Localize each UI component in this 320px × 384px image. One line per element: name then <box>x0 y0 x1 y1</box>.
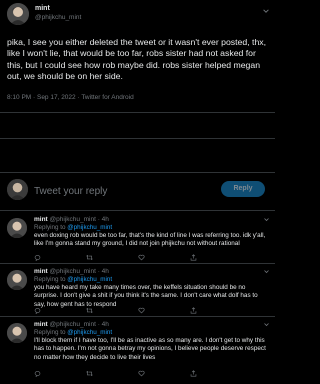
handle-time: @phijkchu_mint · 4h <box>49 321 109 328</box>
retweet-icon <box>86 307 93 313</box>
composer-avatar[interactable] <box>7 179 28 200</box>
comment-icon <box>34 254 41 261</box>
user-handle[interactable]: @phijkchu_mint <box>35 14 81 21</box>
mention-link[interactable]: @phijkchu_mint <box>67 329 112 336</box>
mention-link[interactable]: @phijkchu_mint <box>67 276 112 283</box>
heart-icon <box>138 307 145 313</box>
share-action[interactable] <box>190 369 242 377</box>
avatar-image <box>7 270 27 290</box>
share-icon <box>190 369 197 376</box>
avatar[interactable] <box>7 270 27 290</box>
retweet-action[interactable] <box>86 306 138 314</box>
retweet-icon <box>86 370 93 376</box>
tweet-timestamp[interactable]: 8:10 PM · Sep 17, 2022 · Twitter for And… <box>7 94 134 101</box>
display-name[interactable]: mint <box>34 268 48 275</box>
reply-text: even doxing rob would be too far, that's… <box>34 232 266 248</box>
replying-prefix: Replying to <box>34 329 68 336</box>
divider <box>0 210 275 211</box>
handle-time: @phijkchu_mint · 4h <box>49 268 109 275</box>
replying-to: Replying to @phijkchu_mint <box>34 276 112 283</box>
chevron-down-icon[interactable] <box>263 8 269 14</box>
comment-icon <box>34 370 41 377</box>
avatar-image <box>7 218 27 238</box>
share-icon <box>190 253 197 260</box>
heart-icon <box>138 254 145 260</box>
replying-prefix: Replying to <box>34 224 68 231</box>
chevron-down-icon[interactable] <box>264 269 269 274</box>
divider <box>0 172 275 173</box>
mention-link[interactable]: @phijkchu_mint <box>67 224 112 231</box>
like-action[interactable] <box>138 306 190 314</box>
like-action[interactable] <box>138 369 190 377</box>
divider <box>0 112 275 113</box>
share-icon <box>190 306 197 313</box>
reply-action[interactable] <box>34 369 86 377</box>
chevron-down-icon[interactable] <box>264 217 269 222</box>
avatar-image <box>7 323 27 343</box>
replying-to: Replying to @phijkchu_mint <box>34 224 112 231</box>
reply-action[interactable] <box>34 253 86 261</box>
reply-input[interactable] <box>34 184 194 198</box>
reply-tweet[interactable]: mint @phijkchu_mint · 4h Replying to @ph… <box>0 317 275 372</box>
handle-time: @phijkchu_mint · 4h <box>49 216 109 223</box>
tweet-actions <box>34 253 242 261</box>
display-name[interactable]: mint <box>34 321 48 328</box>
avatar[interactable] <box>7 323 27 343</box>
avatar[interactable] <box>7 218 27 238</box>
display-name[interactable]: mint <box>35 5 50 12</box>
reply-button[interactable]: Reply <box>221 181 265 197</box>
reply-action[interactable] <box>34 306 86 314</box>
tweet-actions <box>34 306 242 314</box>
tweet-text: pika, I see you either deleted the tweet… <box>7 37 267 82</box>
share-action[interactable] <box>190 253 242 261</box>
like-action[interactable] <box>138 253 190 261</box>
retweet-action[interactable] <box>86 369 138 377</box>
avatar-image <box>7 179 28 200</box>
chevron-down-icon[interactable] <box>264 322 269 327</box>
divider <box>0 138 275 139</box>
reply-author[interactable]: mint @phijkchu_mint · 4h <box>34 216 109 223</box>
replying-to: Replying to @phijkchu_mint <box>34 329 112 336</box>
main-tweet: mint @phijkchu_mint pika, I see you eith… <box>0 0 275 170</box>
replying-prefix: Replying to <box>34 276 68 283</box>
retweet-action[interactable] <box>86 253 138 261</box>
display-name[interactable]: mint <box>34 216 48 223</box>
tweet-actions <box>34 369 242 377</box>
share-action[interactable] <box>190 306 242 314</box>
heart-icon <box>138 370 145 376</box>
reply-text: I'll block them if I have too, I'll be a… <box>34 337 266 361</box>
comment-icon <box>34 307 41 314</box>
retweet-icon <box>86 254 93 260</box>
reply-author[interactable]: mint @phijkchu_mint · 4h <box>34 321 109 328</box>
avatar-image <box>7 3 29 25</box>
reply-author[interactable]: mint @phijkchu_mint · 4h <box>34 268 109 275</box>
avatar[interactable] <box>7 3 29 25</box>
